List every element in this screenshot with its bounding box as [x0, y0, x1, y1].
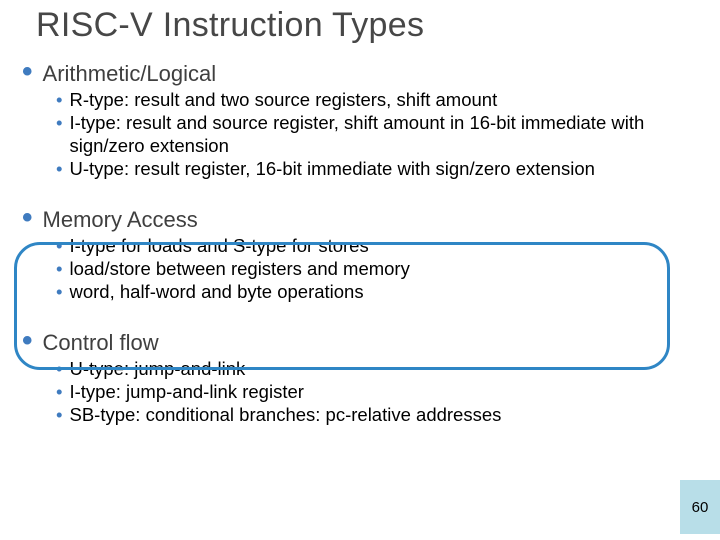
bullet-icon: •: [22, 208, 33, 228]
bullet-icon: •: [56, 380, 62, 403]
page-title: RISC-V Instruction Types: [36, 6, 424, 45]
list-text: I-type: result and source register, shif…: [69, 111, 692, 157]
list-text: I-type: jump-and-link register: [69, 380, 303, 403]
list-item: • R-type: result and two source registers…: [56, 88, 692, 111]
bullet-icon: •: [56, 88, 62, 111]
bullet-icon: •: [22, 62, 33, 82]
section-label: Memory Access: [43, 208, 198, 232]
bullet-icon: •: [56, 403, 62, 426]
slide-number-bar: 60: [680, 480, 720, 534]
section-header-arithmetic: • Arithmetic/Logical: [22, 62, 692, 86]
slide-number: 60: [692, 499, 709, 516]
list-item: • I-type: jump-and-link register: [56, 380, 692, 403]
list-text: SB-type: conditional branches: pc-relati…: [69, 403, 501, 426]
sub-list: • R-type: result and two source registers…: [56, 88, 692, 180]
list-item: •I-type: result and source register, shi…: [56, 111, 692, 157]
list-text: R-type: result and two source registers,…: [69, 88, 497, 111]
slide: RISC-V Instruction Types • Arithmetic/Lo…: [0, 0, 720, 540]
list-text: U-type: result register, 16-bit immediat…: [69, 157, 594, 180]
bullet-icon: •: [56, 111, 62, 157]
highlight-box: [14, 242, 670, 370]
section-label: Arithmetic/Logical: [43, 62, 217, 86]
section-header-memory: • Memory Access: [22, 208, 692, 232]
list-item: • SB-type: conditional branches: pc-relat…: [56, 403, 692, 426]
bullet-icon: •: [56, 157, 62, 180]
list-item: • U-type: result register, 16-bit immedia…: [56, 157, 692, 180]
